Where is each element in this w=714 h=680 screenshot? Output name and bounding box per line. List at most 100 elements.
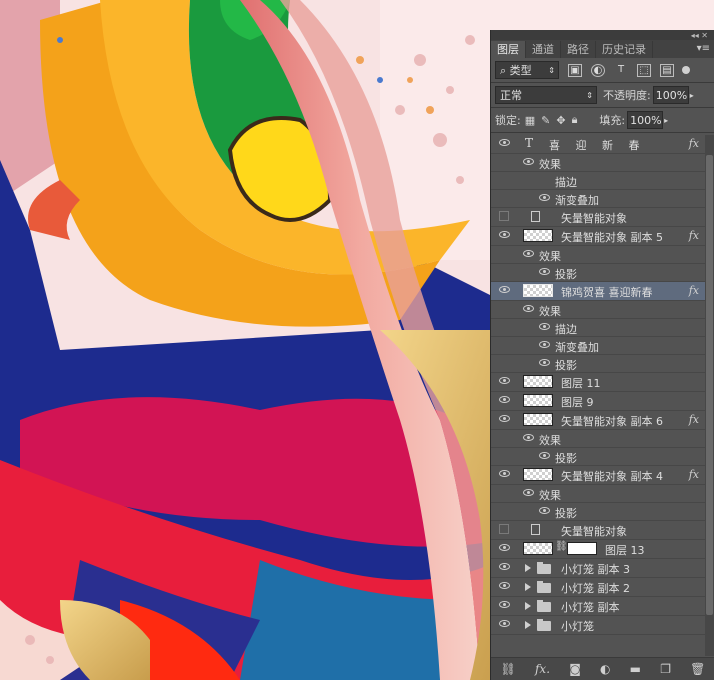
- opacity-field[interactable]: 100%: [652, 86, 689, 104]
- filter-kind-select[interactable]: ⌕ 类型 ⇕: [495, 61, 559, 79]
- visibility-eye-icon[interactable]: [499, 563, 510, 570]
- visibility-eye-icon[interactable]: [539, 194, 550, 201]
- visibility-eye-icon[interactable]: [499, 470, 510, 477]
- layer-name[interactable]: 锦鸡贺喜 喜迎新春: [561, 284, 653, 300]
- layer-name[interactable]: 小灯笼 副本 2: [561, 580, 630, 596]
- layer-effect-row[interactable]: 投影: [491, 448, 705, 466]
- adjustment-icon[interactable]: ◐: [600, 662, 610, 676]
- trash-icon[interactable]: 🗑︎: [690, 662, 705, 676]
- layer-name[interactable]: 小灯笼 副本: [561, 599, 620, 615]
- visibility-eye-icon[interactable]: [539, 507, 550, 514]
- layer-thumbnail[interactable]: [523, 542, 553, 555]
- layer-fx-icon[interactable]: fx: [689, 137, 699, 150]
- layer-fx-icon[interactable]: fx: [689, 468, 699, 481]
- layer-name[interactable]: 矢量智能对象: [561, 523, 627, 539]
- layer-row[interactable]: 矢量智能对象 副本 4 fx: [491, 466, 705, 485]
- layer-row[interactable]: 小灯笼: [491, 616, 705, 635]
- scrollbar-thumb[interactable]: [706, 155, 713, 615]
- layer-effect-row[interactable]: 投影: [491, 503, 705, 521]
- visibility-eye-icon[interactable]: [499, 396, 510, 403]
- layer-name[interactable]: 图层 11: [561, 375, 601, 391]
- fx-icon[interactable]: fx.: [535, 662, 550, 676]
- visibility-eye-icon[interactable]: [499, 601, 510, 608]
- layer-thumbnail[interactable]: [523, 413, 553, 426]
- lock-position-icon[interactable]: ✥: [556, 114, 565, 127]
- layer-row[interactable]: 图层 11: [491, 373, 705, 392]
- visibility-eye-icon[interactable]: [523, 250, 534, 257]
- visibility-eye-icon[interactable]: [539, 341, 550, 348]
- layer-name[interactable]: 小灯笼: [561, 618, 594, 634]
- visibility-eye-icon[interactable]: [539, 323, 550, 330]
- layer-row[interactable]: 矢量智能对象: [491, 521, 705, 540]
- tab-history[interactable]: 历史记录: [596, 41, 653, 58]
- layer-name[interactable]: 图层 9: [561, 394, 594, 410]
- folder-icon[interactable]: ▬: [630, 662, 641, 676]
- layer-row[interactable]: 小灯笼 副本: [491, 597, 705, 616]
- visibility-eye-icon[interactable]: [499, 620, 510, 627]
- layer-effect-row[interactable]: 投影: [491, 355, 705, 373]
- layer-thumbnail[interactable]: [523, 468, 553, 481]
- layer-name[interactable]: 矢量智能对象 副本 5: [561, 229, 663, 245]
- opacity-dropdown-icon[interactable]: ▸: [690, 91, 694, 100]
- panel-menu-icon[interactable]: ▾≡: [697, 43, 710, 54]
- layer-name[interactable]: 喜 迎 新 春: [549, 137, 646, 153]
- expand-arrow-icon[interactable]: [525, 602, 531, 610]
- visibility-toggle-empty[interactable]: [499, 524, 509, 534]
- layer-thumbnail[interactable]: [523, 229, 553, 242]
- lock-paint-icon[interactable]: ✎: [541, 114, 550, 127]
- expand-arrow-icon[interactable]: [525, 621, 531, 629]
- tab-channels[interactable]: 通道: [526, 41, 561, 58]
- layer-thumbnail[interactable]: [523, 394, 553, 407]
- layer-row[interactable]: 矢量智能对象 副本 5 fx: [491, 227, 705, 246]
- layer-name[interactable]: 矢量智能对象 副本 4: [561, 468, 663, 484]
- layer-name[interactable]: 图层 13: [605, 542, 645, 558]
- layer-row[interactable]: 矢量智能对象: [491, 208, 705, 227]
- blend-mode-select[interactable]: 正常 ⇕: [495, 86, 597, 104]
- pixel-filter-icon[interactable]: ▣: [568, 63, 582, 77]
- tab-paths[interactable]: 路径: [561, 41, 596, 58]
- lock-all-icon[interactable]: 🔒︎: [572, 113, 578, 127]
- layer-effect-row[interactable]: 效果: [491, 301, 705, 319]
- layer-effect-row[interactable]: 效果: [491, 430, 705, 448]
- layer-name[interactable]: 矢量智能对象 副本 6: [561, 413, 663, 429]
- visibility-eye-icon[interactable]: [499, 286, 510, 293]
- mask-link-icon[interactable]: ⛓: [555, 541, 568, 552]
- fill-dropdown-icon[interactable]: ▸: [664, 116, 668, 125]
- shape-filter-icon[interactable]: ⬚: [637, 63, 651, 77]
- tab-layers[interactable]: 图层: [491, 41, 526, 58]
- panel-collapse-bar[interactable]: ◂◂ ✕: [491, 30, 714, 40]
- layer-effect-row[interactable]: 渐变叠加: [491, 190, 705, 208]
- layer-effect-row[interactable]: 渐变叠加: [491, 337, 705, 355]
- visibility-eye-icon[interactable]: [499, 377, 510, 384]
- visibility-eye-icon[interactable]: [499, 231, 510, 238]
- layer-fx-icon[interactable]: fx: [689, 413, 699, 426]
- visibility-eye-icon[interactable]: [499, 582, 510, 589]
- expand-arrow-icon[interactable]: [525, 564, 531, 572]
- visibility-toggle-empty[interactable]: [499, 211, 509, 221]
- layer-effect-row[interactable]: 效果: [491, 154, 705, 172]
- link-icon[interactable]: ⛓: [501, 662, 516, 676]
- type-filter-icon[interactable]: T: [614, 64, 628, 77]
- layer-row[interactable]: 图层 9: [491, 392, 705, 411]
- layer-mask-thumbnail[interactable]: [567, 542, 597, 555]
- layer-name[interactable]: 矢量智能对象: [561, 210, 627, 226]
- layer-row[interactable]: 锦鸡贺喜 喜迎新春 fx: [491, 282, 705, 301]
- fill-field[interactable]: 100%: [627, 111, 664, 129]
- visibility-eye-icon[interactable]: [523, 489, 534, 496]
- visibility-eye-icon[interactable]: [523, 158, 534, 165]
- layer-row[interactable]: 矢量智能对象 副本 6 fx: [491, 411, 705, 430]
- smart-object-filter-icon[interactable]: ▤: [660, 63, 674, 77]
- layer-row[interactable]: T 喜 迎 新 春 fx: [491, 135, 705, 154]
- visibility-eye-icon[interactable]: [499, 415, 510, 422]
- layer-row[interactable]: ⛓ 图层 13: [491, 540, 705, 559]
- layer-effect-row[interactable]: 描边: [491, 172, 705, 190]
- layer-thumbnail[interactable]: [523, 284, 553, 297]
- filter-toggle-icon[interactable]: [682, 66, 690, 74]
- visibility-eye-icon[interactable]: [539, 268, 550, 275]
- new-layer-icon[interactable]: ❐: [660, 662, 671, 676]
- layer-thumbnail[interactable]: [523, 375, 553, 388]
- expand-arrow-icon[interactable]: [525, 583, 531, 591]
- layer-fx-icon[interactable]: fx: [689, 229, 699, 242]
- layer-row[interactable]: 小灯笼 副本 3: [491, 559, 705, 578]
- visibility-eye-icon[interactable]: [499, 544, 510, 551]
